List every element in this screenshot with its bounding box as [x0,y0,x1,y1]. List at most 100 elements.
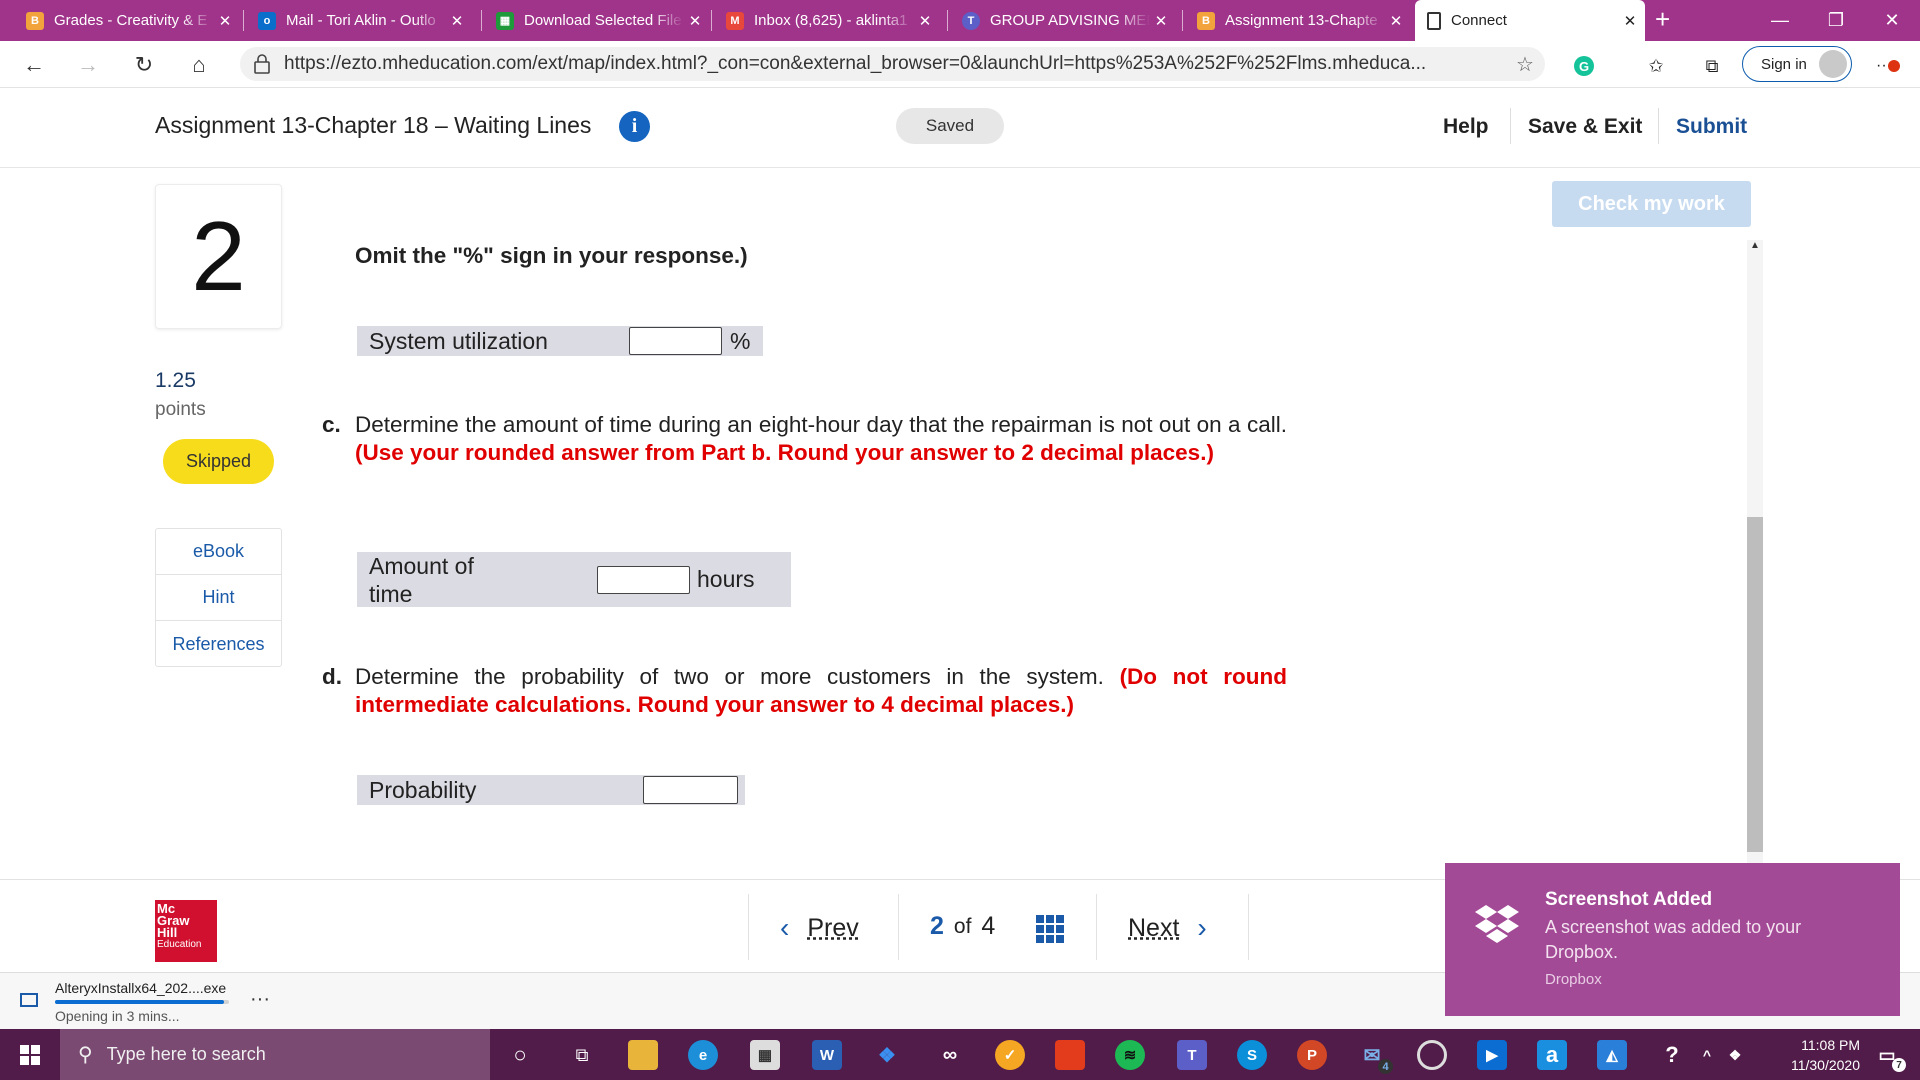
cortana-icon[interactable]: ○ [505,1040,535,1070]
back-arrow-icon[interactable]: ← [18,50,50,80]
sheets-icon: ▦ [496,11,514,30]
close-icon[interactable]: ✕ [914,12,936,30]
hint-button[interactable]: Hint [156,575,281,621]
omit-note: Omit the "%" sign in your response.) [355,243,748,268]
spotify-icon[interactable]: ≋ [1115,1040,1145,1070]
part-c: c. Determine the amount of time during a… [322,411,1287,467]
more-icon[interactable]: ··· [1872,54,1900,78]
grammarly-icon[interactable]: G [1572,54,1596,78]
tab-connect[interactable]: Connect ✕ [1415,0,1645,41]
browser-tab-bar: B Grades - Creativity & E ✕ o Mail - Tor… [0,0,1920,41]
forward-arrow-icon[interactable]: → [72,50,104,80]
close-icon[interactable]: ✕ [446,12,468,30]
question-grid-icon[interactable] [1036,915,1064,943]
amazon-icon[interactable]: a [1537,1040,1567,1070]
skype-icon[interactable]: S [1237,1040,1267,1070]
notifications-icon[interactable]: ▭ 7 [1872,1040,1906,1072]
tab-group-advising[interactable]: T GROUP ADVISING MEE ✕ [950,0,1176,41]
next-button[interactable]: Next › [1128,912,1207,944]
close-window-icon[interactable]: ✕ [1864,0,1920,41]
notification-source: Dropbox [1545,971,1602,988]
collections-icon[interactable]: ⧉ [1700,54,1724,78]
next-label: Next [1128,913,1180,942]
sign-in-button[interactable]: Sign in [1742,46,1852,82]
help-tray-icon[interactable]: ? [1657,1040,1687,1070]
close-icon[interactable]: ✕ [1385,12,1407,30]
favorite-star-icon[interactable]: ☆ [1505,52,1545,77]
time-label: Amount of time [369,552,474,607]
office-icon[interactable] [1055,1040,1085,1070]
utilization-input[interactable] [629,327,722,355]
clock-date: 11/30/2020 [1790,1057,1860,1073]
dropbox-icon [1475,905,1519,943]
part-d-label: d. [322,664,342,689]
close-icon[interactable]: ✕ [1150,12,1172,30]
references-button[interactable]: References [156,621,281,667]
sign-in-label: Sign in [1761,55,1807,73]
probability-input[interactable] [643,776,738,804]
dropbox-notification[interactable]: Screenshot Added A screenshot was added … [1445,863,1900,1016]
new-tab-button[interactable]: + [1655,4,1670,35]
file-explorer-icon[interactable] [628,1040,658,1070]
minimize-icon[interactable]: — [1752,0,1808,41]
more-options-icon[interactable]: ··· [250,988,270,1011]
video-icon[interactable]: ▶ [1477,1040,1507,1070]
close-icon[interactable]: ✕ [214,12,236,30]
probability-label: Probability [369,776,477,803]
close-icon[interactable]: ✕ [684,12,706,30]
mail-icon[interactable]: ✉ 4 [1357,1040,1393,1074]
page-of: of [953,914,972,938]
download-filename[interactable]: AlteryxInstallx64_202....exe [55,980,226,996]
utilization-row: System utilization % [357,326,763,356]
resources-panel: eBook Hint References [155,528,282,667]
question-number: 2 [155,184,282,329]
task-view-icon[interactable]: ⧉ [567,1040,597,1070]
system-clock[interactable]: 11:08 PM 11/30/2020 [1760,1035,1860,1075]
scrollbar-thumb[interactable] [1747,517,1763,852]
teams-taskbar-icon[interactable]: T [1177,1040,1207,1070]
norton-icon[interactable]: ✓ [995,1040,1025,1070]
tab-assignment[interactable]: B Assignment 13-Chapte ✕ [1185,0,1411,41]
ebook-button[interactable]: eBook [156,529,281,575]
windows-start-icon[interactable] [0,1029,60,1080]
close-icon[interactable]: ✕ [1619,12,1641,30]
tab-grades[interactable]: B Grades - Creativity & E ✕ [14,0,240,41]
powerpoint-icon[interactable]: P [1297,1040,1327,1070]
taskbar-search[interactable]: ⚲ Type here to search [60,1029,490,1080]
help-button[interactable]: Help [1443,115,1489,139]
points-value: 1.25 [155,369,196,392]
check-my-work-button[interactable]: Check my work [1552,181,1751,227]
time-input[interactable] [597,565,690,594]
scroll-up-arrow-icon[interactable]: ▲ [1747,240,1763,256]
tab-mail[interactable]: o Mail - Tori Aklin - Outlo ✕ [246,0,472,41]
infinity-icon[interactable]: ∞ [935,1040,965,1070]
refresh-icon[interactable]: ↻ [128,50,160,80]
status-badge: Skipped [163,439,274,484]
prev-button[interactable]: ‹ Prev [780,912,859,944]
photos-icon[interactable]: ◭ [1597,1040,1627,1070]
info-icon[interactable]: i [619,111,650,142]
part-c-label: c. [322,412,341,437]
chevron-up-icon[interactable]: ^ [1697,1040,1717,1070]
notification-badge: 7 [1892,1058,1906,1072]
tab-download[interactable]: ▦ Download Selected File ✕ [484,0,710,41]
edge-icon[interactable]: e [688,1040,718,1070]
tab-inbox[interactable]: M Inbox (8,625) - aklinta1 ✕ [714,0,940,41]
media-icon[interactable] [1417,1040,1447,1070]
tab-title: Grades - Creativity & E [54,12,208,29]
save-exit-button[interactable]: Save & Exit [1528,115,1642,139]
restore-icon[interactable]: ❐ [1808,0,1864,41]
mail-badge: 4 [1378,1059,1393,1074]
tab-title: Download Selected File [524,12,682,29]
submit-button[interactable]: Submit [1676,115,1747,139]
store-icon[interactable]: ▦ [750,1040,780,1070]
dropbox-taskbar-icon[interactable]: ❖ [872,1040,902,1070]
tab-title: GROUP ADVISING MEE [990,12,1150,29]
home-icon[interactable]: ⌂ [183,50,215,80]
gmail-icon: M [726,11,744,30]
chevron-right-icon: › [1197,912,1207,943]
dropbox-tray-icon[interactable]: ❖ [1725,1040,1745,1070]
address-bar[interactable]: https://ezto.mheducation.com/ext/map/ind… [240,47,1545,81]
favorites-icon[interactable]: ✩ [1644,54,1668,78]
word-icon[interactable]: W [812,1040,842,1070]
